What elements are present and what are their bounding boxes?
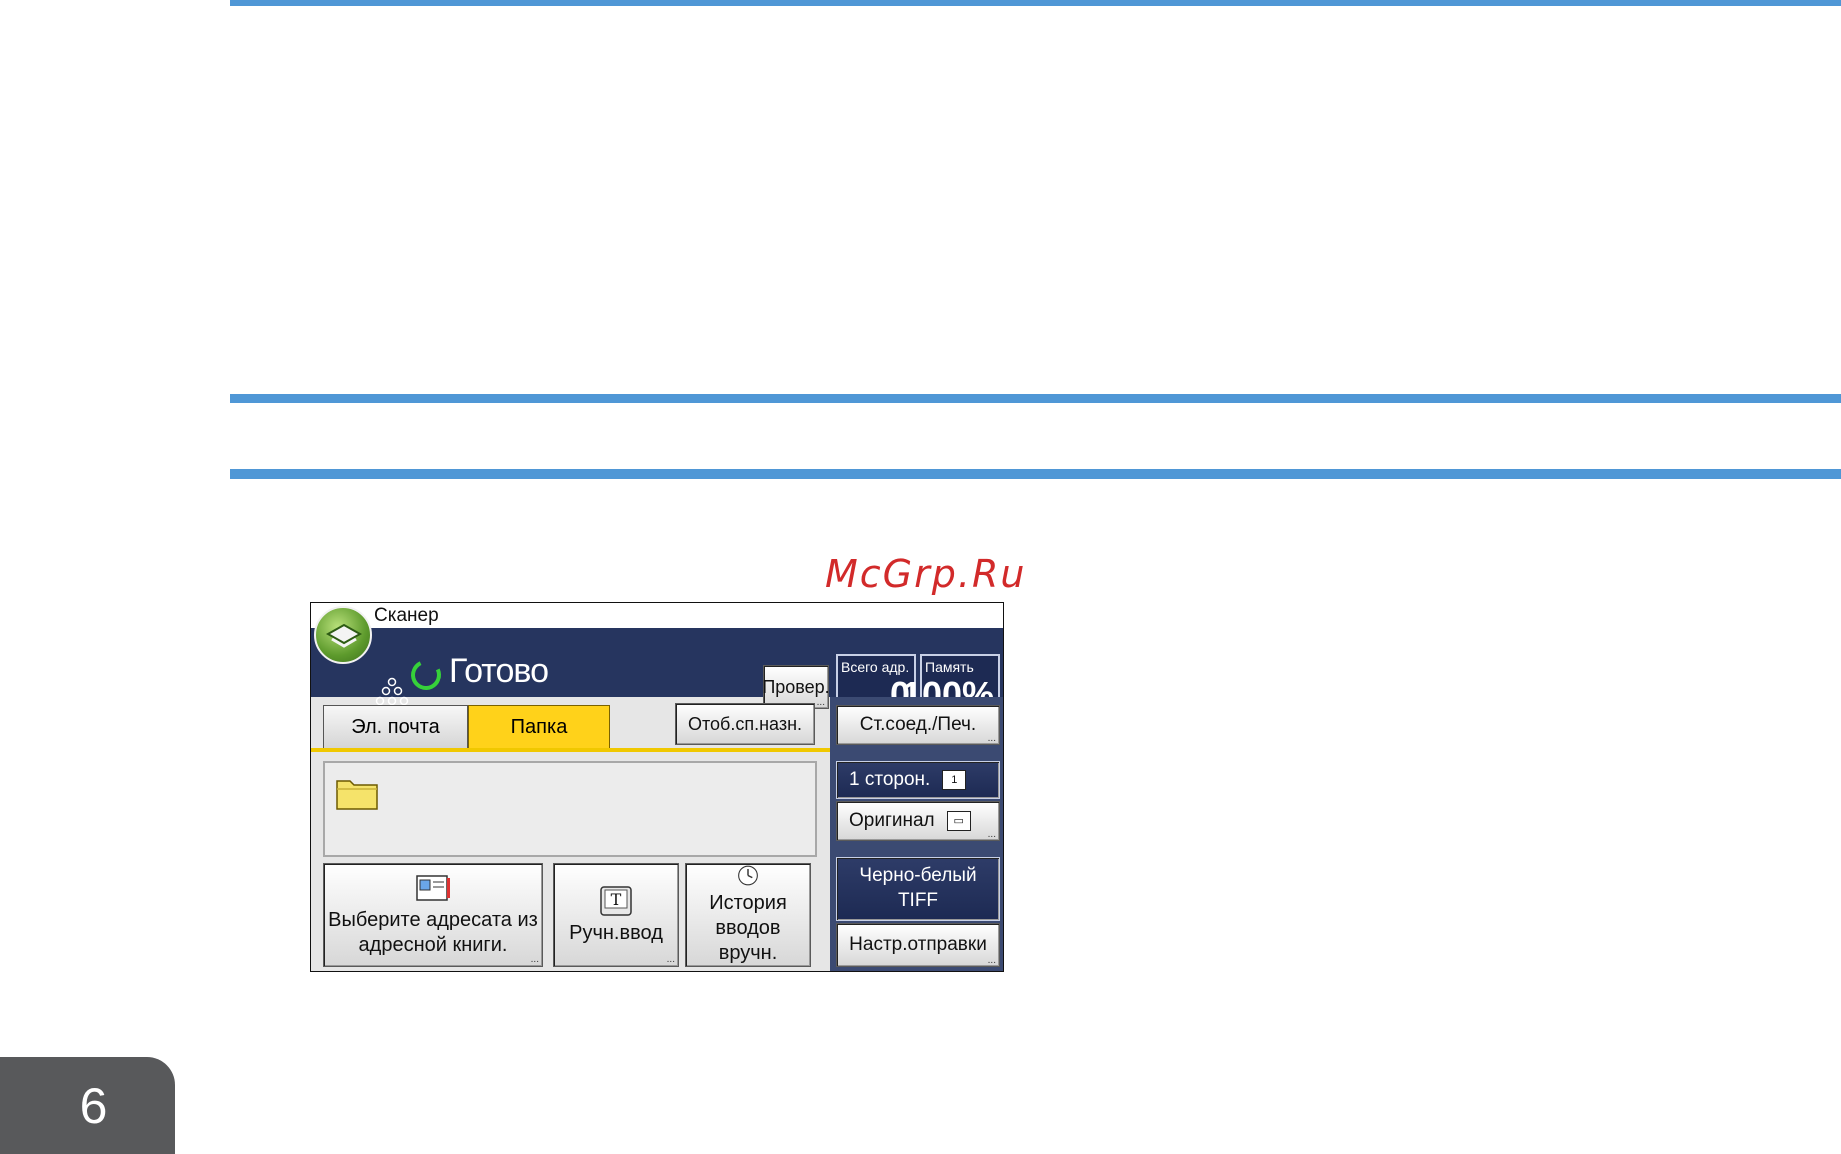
- watermark: McGrp.Ru: [825, 552, 1027, 596]
- counter-label: Всего адр.: [841, 659, 910, 675]
- more-icon: ...: [530, 953, 539, 965]
- more-icon: ...: [816, 697, 825, 708]
- tab-email[interactable]: Эл. почта: [323, 705, 468, 749]
- folder-icon: [336, 780, 378, 810]
- manual-input-button[interactable]: T Ручн.ввод ...: [553, 863, 679, 967]
- top-rule: [230, 0, 1841, 6]
- address-book-icon: [416, 875, 450, 901]
- more-icon: ...: [987, 955, 996, 966]
- send-settings-label: Настр.отправки: [849, 934, 987, 955]
- scanner-panel: Сканер Готово Провер. ... Всего адр. 0 П…: [310, 602, 1004, 972]
- manual-history-label-line1: История: [709, 892, 787, 914]
- status-text: Готово: [449, 652, 549, 690]
- section-rule-upper: [230, 394, 1841, 403]
- tab-label: Эл. почта: [351, 715, 440, 738]
- more-icon: ...: [987, 829, 996, 840]
- panel-header: Сканер: [311, 603, 1003, 628]
- manual-input-label: Ручн.ввод: [569, 921, 663, 944]
- address-book-label-line1: Выберите адресата из: [328, 909, 538, 931]
- svg-text:T: T: [611, 890, 622, 909]
- section-rule-lower: [230, 469, 1841, 479]
- tab-folder[interactable]: Папка: [468, 705, 610, 749]
- connection-print-label: Ст.соед./Печ.: [859, 714, 977, 735]
- tab-underline: [311, 748, 830, 752]
- sides-button[interactable]: 1 сторон. 1: [836, 761, 1000, 799]
- scan-mode-button[interactable]: Черно-белый TIFF: [836, 857, 1000, 921]
- more-icon: ...: [666, 953, 675, 965]
- connection-print-button[interactable]: Ст.соед./Печ. ...: [836, 705, 1000, 745]
- one-sided-icon: 1: [942, 770, 967, 790]
- address-book-label-line2: адресной книги.: [358, 934, 508, 956]
- send-settings-button[interactable]: Настр.отправки ...: [836, 923, 1000, 967]
- original-orientation-icon: ▭: [946, 811, 971, 831]
- keyboard-t-icon: T: [600, 885, 632, 916]
- scanner-logo-icon: [314, 606, 372, 664]
- sides-label: 1 сторон.: [849, 769, 931, 790]
- tab-label: Папка: [510, 715, 568, 738]
- ready-indicator-icon: [406, 655, 446, 695]
- check-button-label: Провер.: [762, 676, 830, 697]
- app-title: Сканер: [374, 605, 439, 626]
- manual-history-button[interactable]: История вводов вручн.: [685, 863, 811, 967]
- counter-label: Память: [925, 659, 974, 675]
- destination-list-label: Отоб.сп.назн.: [687, 713, 803, 734]
- status-bar: Готово Провер. ... Всего адр. 0 Память 1…: [311, 628, 1003, 716]
- chapter-number: 6: [79, 1077, 108, 1134]
- scan-mode-line2: TIFF: [897, 890, 939, 911]
- original-button[interactable]: Оригинал ▭ ...: [836, 801, 1000, 841]
- original-label: Оригинал: [849, 810, 935, 831]
- more-icon: ...: [987, 733, 996, 744]
- address-book-button[interactable]: Выберите адресата из адресной книги. ...: [323, 863, 543, 967]
- destination-list-button[interactable]: Отоб.сп.назн.: [675, 703, 815, 745]
- manual-history-label-line2: вводов вручн.: [715, 917, 781, 964]
- clock-icon: [738, 865, 758, 886]
- chapter-tab: 6: [0, 1057, 175, 1154]
- destination-field[interactable]: [323, 761, 817, 857]
- scan-mode-line1: Черно-белый: [859, 865, 977, 887]
